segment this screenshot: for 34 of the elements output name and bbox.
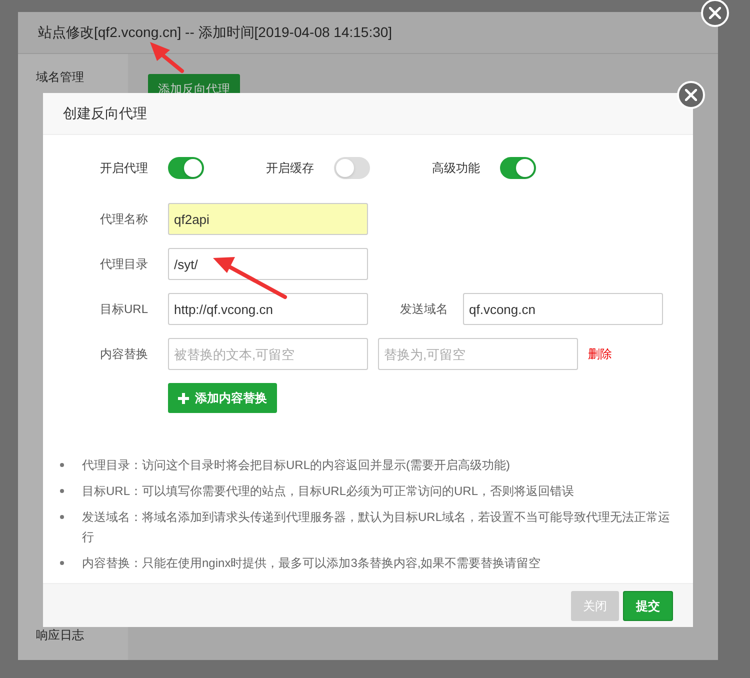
field-label: 代理目录 xyxy=(99,256,148,273)
bullet-icon xyxy=(60,515,64,519)
dialog-title: 创建反向代理 xyxy=(63,104,147,123)
toggle-switch[interactable] xyxy=(168,157,204,179)
close-button[interactable] xyxy=(701,0,729,27)
text-field[interactable]: /syt/ xyxy=(168,248,368,280)
toggle-switch[interactable] xyxy=(334,157,370,179)
sidebar-item[interactable]: 域名管理 xyxy=(18,64,128,90)
bullet-icon xyxy=(60,561,64,565)
toggle-label: 开启代理 xyxy=(99,160,148,177)
note-text: 发送域名：将域名添加到请求头传递到代理服务器，默认为目标URL域名，若设置不当可能导致代理无法正常运行 xyxy=(82,509,672,546)
field-label: 发送域名 xyxy=(399,301,448,318)
close-icon xyxy=(685,89,697,101)
close-icon xyxy=(709,7,721,19)
text-field[interactable]: 替换为,可留空 xyxy=(378,338,578,370)
field-label: 目标URL xyxy=(98,301,148,318)
field-label: 内容替换 xyxy=(99,346,148,363)
note-text: 内容替换：只能在使用nginx时提供，最多可以添加3条替换内容,如果不需要替换请留空 xyxy=(82,555,542,572)
annotation-arrow xyxy=(150,42,184,73)
text-field[interactable]: qf.vcong.cn xyxy=(463,293,663,325)
text-field[interactable]: qf2api xyxy=(168,203,368,235)
text-field[interactable]: 被替换的文本,可留空 xyxy=(168,338,368,370)
plus-icon xyxy=(178,392,189,404)
field-label: 代理名称 xyxy=(99,211,148,228)
text-field[interactable]: http://qf.vcong.cn xyxy=(168,293,368,325)
delete-link[interactable]: 删除 xyxy=(588,345,612,363)
toggle-switch[interactable] xyxy=(500,157,536,179)
toggle-label: 开启缓存 xyxy=(265,160,314,177)
note-text: 目标URL：可以填写你需要代理的站点，目标URL必须为可正常访问的URL，否则将返回错误 xyxy=(82,483,576,500)
note-text: 代理目录：访问这个目录时将会把目标URL的内容返回并显示(需要开启高级功能) xyxy=(82,457,511,474)
dialog-title: 站点修改[qf2.vcong.cn] -- 添加时间[2019-04-08 14:15:30] xyxy=(38,23,392,42)
bullet-icon xyxy=(60,489,64,493)
toggle-label: 高级功能 xyxy=(431,160,480,177)
bullet-icon xyxy=(60,463,64,467)
